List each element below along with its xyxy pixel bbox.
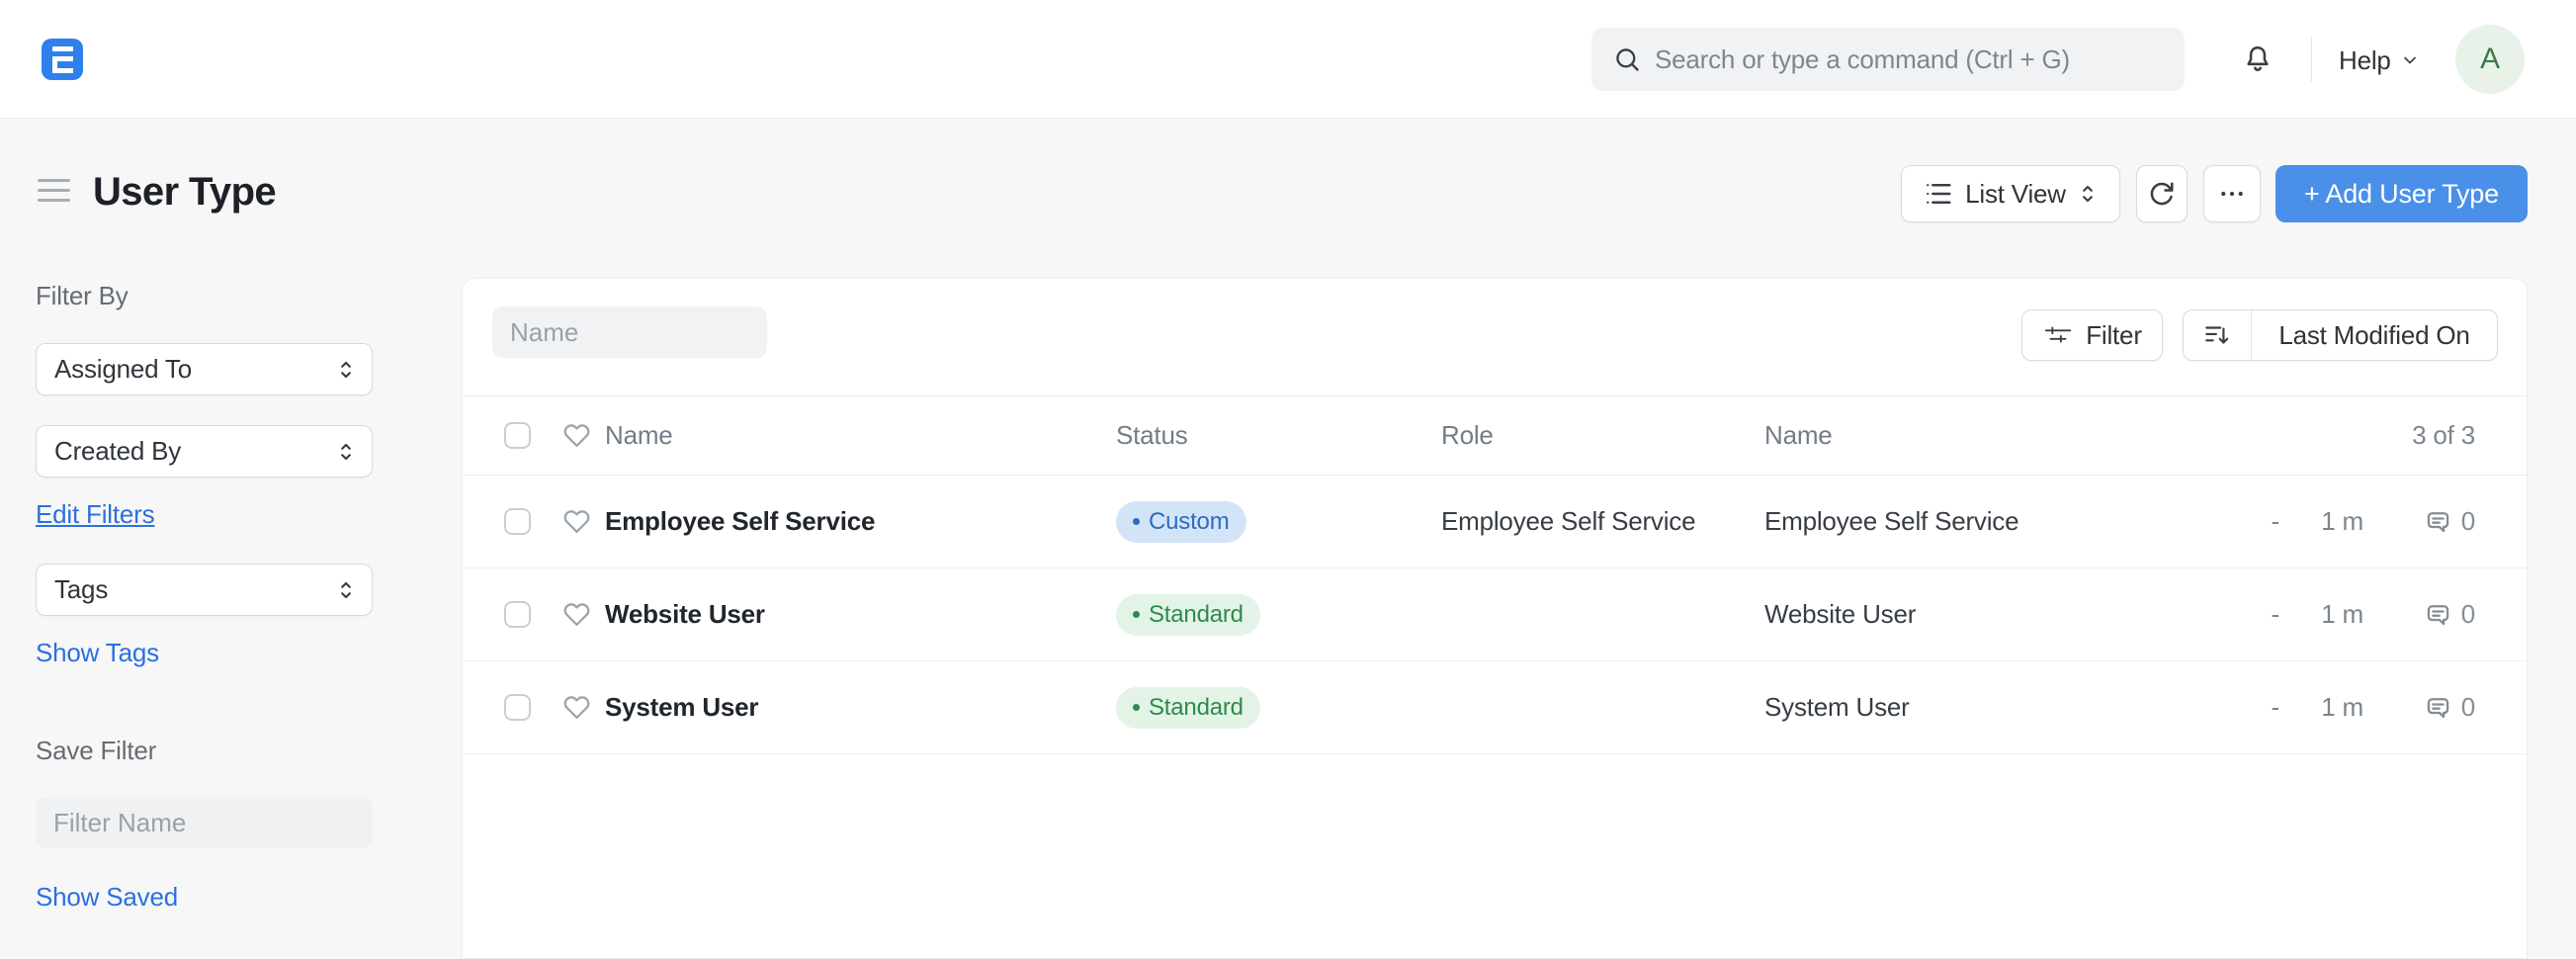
comment-icon [2424,508,2452,536]
filter-icon [2042,323,2074,347]
table-row[interactable]: System User Standard System User - 1 m 0 [463,661,2527,754]
sort-button-group: Last Modified On [2183,309,2498,361]
search-input[interactable] [1655,44,2163,75]
row-modified: 1 m [2279,599,2363,630]
list-view-icon [1924,179,1953,209]
status-badge: Standard [1116,687,1260,729]
row-checkbox[interactable] [504,601,531,628]
show-tags-link[interactable]: Show Tags [36,638,159,668]
sort-descending-icon [2202,321,2232,349]
bell-icon [2242,44,2274,75]
row-count: 3 of 3 [2258,420,2475,451]
table-row[interactable]: Website User Standard Website User - 1 m… [463,568,2527,661]
column-header-name2[interactable]: Name [1764,420,2258,451]
user-avatar[interactable]: A [2455,25,2525,94]
row-comments: 0 [2363,692,2475,723]
heart-icon [562,422,591,449]
assigned-to-select[interactable]: Assigned To [36,343,373,395]
help-label: Help [2339,45,2391,76]
row-role: Employee Self Service [1441,506,1764,537]
app-logo[interactable] [42,39,83,80]
select-all-checkbox[interactable] [504,422,531,449]
row-checkbox[interactable] [504,508,531,535]
column-header-name[interactable]: Name [605,420,1116,451]
row-title[interactable]: Website User [605,599,1116,630]
row-name2: Employee Self Service [1764,506,2258,537]
global-search[interactable] [1591,28,2185,91]
table-row[interactable]: Employee Self Service Custom Employee Se… [463,476,2527,568]
filter-name-input[interactable] [36,797,373,848]
column-header-role[interactable]: Role [1441,420,1764,451]
row-title[interactable]: System User [605,692,1116,723]
chevrons-up-down-icon [336,357,356,383]
comment-icon [2424,694,2452,722]
row-title[interactable]: Employee Self Service [605,506,1116,537]
list-view-card: Filter Last Modified On Name Status Role… [462,278,2528,959]
save-filter-label: Save Filter [36,736,373,766]
table-header-row: Name Status Role Name 3 of 3 [463,396,2527,476]
sidebar-toggle-icon[interactable] [38,179,70,202]
edit-filters-link[interactable]: Edit Filters [36,499,154,530]
erpnext-logo-icon [52,46,73,73]
ellipsis-icon [2217,179,2247,209]
filter-button[interactable]: Filter [2021,309,2163,361]
notifications-button[interactable] [2236,38,2279,81]
row-assigned: - [2258,692,2279,723]
refresh-button[interactable] [2136,165,2188,222]
name-filter-input[interactable] [492,306,767,358]
heart-icon[interactable] [562,601,591,628]
heart-icon[interactable] [562,508,591,535]
created-by-select[interactable]: Created By [36,425,373,478]
column-header-status[interactable]: Status [1116,420,1441,451]
chevrons-up-down-icon [336,439,356,465]
help-menu[interactable]: Help [2339,44,2420,77]
status-badge: Standard [1116,594,1260,636]
row-comments: 0 [2363,506,2475,537]
list-toolbar: Filter Last Modified On [463,279,2527,396]
row-checkbox[interactable] [504,694,531,721]
status-badge: Custom [1116,501,1246,543]
row-assigned: - [2258,599,2279,630]
row-comments: 0 [2363,599,2475,630]
sort-direction-button[interactable] [2184,310,2252,360]
view-switcher-button[interactable]: List View [1901,165,2120,222]
comment-icon [2424,601,2452,629]
add-user-type-button[interactable]: + Add User Type [2275,165,2528,222]
tags-select[interactable]: Tags [36,564,373,616]
chevron-down-icon [2400,50,2420,70]
search-icon [1613,45,1641,73]
page-title: User Type [93,170,276,215]
top-navbar: Help A [0,0,2576,119]
row-modified: 1 m [2279,506,2363,537]
chevrons-up-down-icon [336,577,356,603]
refresh-icon [2147,179,2177,209]
heart-icon[interactable] [562,694,591,721]
row-modified: 1 m [2279,692,2363,723]
more-options-button[interactable] [2203,165,2261,222]
sort-field-button[interactable]: Last Modified On [2252,310,2497,360]
show-saved-link[interactable]: Show Saved [36,882,178,913]
row-name2: Website User [1764,599,2258,630]
filter-by-label: Filter By [36,281,373,311]
row-assigned: - [2258,506,2279,537]
view-switcher-label: List View [1965,179,2066,210]
row-name2: System User [1764,692,2258,723]
chevrons-up-down-icon [2078,181,2098,207]
navbar-divider [2311,37,2312,82]
